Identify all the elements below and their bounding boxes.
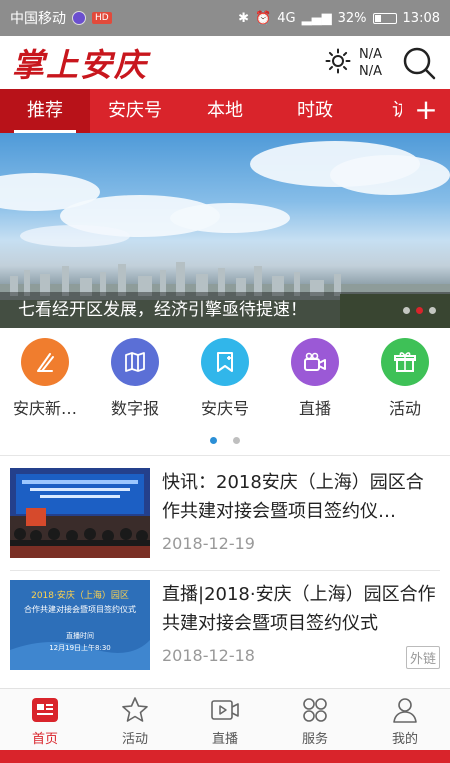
page-dot (233, 437, 240, 444)
weather-temp: N/A (359, 46, 382, 62)
nav-label: 活动 (121, 732, 148, 747)
clock: 13:08 (402, 10, 440, 26)
app-logo: 掌上安庆 (12, 45, 149, 84)
home-news-icon (30, 695, 60, 725)
news-thumbnail: 2018·安庆（上海）园区 合作共建对接会暨项目签约仪式 直播时间 12月19日… (10, 580, 150, 670)
news-thumbnail (10, 468, 150, 558)
bottom-edge-bar (0, 750, 450, 763)
bookmark-icon (201, 338, 249, 386)
channel-tab-bar: 推荐 安庆号 本地 时政 访 + (0, 89, 450, 133)
tab-local[interactable]: 本地 (180, 89, 270, 133)
add-channel-button[interactable]: + (402, 89, 450, 133)
thumb-time: 12月19日上午8:30 (49, 643, 111, 652)
weather-condition: N/A (359, 63, 382, 79)
news-title: 快讯：2018安庆（上海）园区合作共建对接会暨项目签约仪… (162, 472, 424, 522)
hero-dot (403, 307, 410, 314)
nav-label: 服务 (301, 732, 328, 747)
quick-entry-live[interactable]: 直播 (270, 338, 360, 424)
quick-entry-activity[interactable]: 活动 (360, 338, 450, 424)
quick-entry-label: 活动 (388, 399, 421, 418)
star-icon (120, 695, 150, 725)
thumb-subtitle: 合作共建对接会暨项目签约仪式 (24, 604, 136, 614)
nav-activity[interactable]: 活动 (90, 689, 180, 750)
nav-service[interactable]: 服务 (270, 689, 360, 750)
thumb-title: 2018·安庆（上海）园区 (31, 589, 129, 601)
bottom-navigation: 首页 活动 直播 服务 我的 (0, 688, 450, 750)
quick-entry-label: 数字报 (110, 399, 159, 418)
alarm-icon: ⏰ (255, 10, 272, 26)
nav-label: 直播 (211, 732, 238, 747)
cloud-shape (170, 203, 290, 233)
tab-politics[interactable]: 时政 (270, 89, 360, 133)
newspaper-icon (111, 338, 159, 386)
play-video-icon (210, 695, 240, 725)
quick-entry-label: 直播 (298, 399, 331, 418)
external-link-badge: 外链 (405, 646, 440, 669)
battery-percent: 32% (337, 10, 367, 26)
cloud-shape (20, 225, 130, 247)
sun-icon (325, 48, 351, 78)
gift-icon (381, 338, 429, 386)
battery-icon (372, 12, 397, 24)
user-icon (390, 695, 420, 725)
search-button[interactable] (400, 44, 438, 82)
hero-dot-active (416, 307, 423, 314)
quick-entry-row: 安庆新… 数字报 安庆号 直播 活动 (0, 338, 450, 424)
tab-recommend[interactable]: 推荐 (0, 89, 90, 133)
nav-home[interactable]: 首页 (0, 689, 90, 750)
signal-bars-icon: ▂▄▆ (301, 10, 332, 26)
hero-caption: 七看经开区发展，经济引擎亟待提速！ (0, 292, 450, 328)
quick-entry-pagination (0, 437, 450, 444)
news-date: 2018-12-19 (162, 534, 255, 553)
weather-widget[interactable]: N/A N/A (325, 46, 382, 80)
tab-interview[interactable]: 访 (360, 89, 406, 133)
status-hd-badge: HD (92, 12, 112, 24)
app-notification-icon (72, 11, 86, 25)
nav-live[interactable]: 直播 (180, 689, 270, 750)
divider (0, 455, 450, 456)
hero-pagination (403, 307, 436, 314)
news-list-item[interactable]: 快讯：2018安庆（上海）园区合作共建对接会暨项目签约仪… 2018-12-19 (0, 468, 450, 580)
app-header: 掌上安庆 N/A N/A (0, 36, 450, 89)
news-date: 2018-12-18 (162, 646, 255, 665)
feather-icon (21, 338, 69, 386)
video-camera-icon (291, 338, 339, 386)
hero-dot (429, 307, 436, 314)
hero-banner[interactable]: 七看经开区发展，经济引擎亟待提速！ (0, 133, 450, 328)
thumb-time-label: 直播时间 (66, 631, 94, 640)
status-bar: 中国移动 HD ✱ ⏰ 4G ▂▄▆ 32% 13:08 (0, 0, 450, 36)
carrier-label: 中国移动 (10, 11, 66, 27)
nav-label: 首页 (31, 732, 58, 747)
quick-entry-label: 安庆号 (200, 399, 249, 418)
news-list-item[interactable]: 2018·安庆（上海）园区 合作共建对接会暨项目签约仪式 直播时间 12月19日… (0, 580, 450, 692)
quick-entry-anqing-hao[interactable]: 安庆号 (180, 338, 270, 424)
search-icon (403, 47, 436, 79)
signal-label: 4G (277, 10, 296, 26)
page-dot-active (210, 437, 217, 444)
quick-entry-anqing-news[interactable]: 安庆新… (0, 338, 90, 424)
news-title: 直播|2018·安庆（上海）园区合作共建对接会暨项目签约仪式 (162, 584, 436, 634)
nav-label: 我的 (391, 732, 418, 747)
quick-entry-label: 安庆新… (12, 399, 77, 418)
grid-icon (300, 695, 330, 725)
nav-mine[interactable]: 我的 (360, 689, 450, 750)
cloud-shape (330, 155, 450, 195)
quick-entry-digital-paper[interactable]: 数字报 (90, 338, 180, 424)
divider (10, 570, 440, 571)
tab-anqing-hao[interactable]: 安庆号 (90, 89, 180, 133)
bluetooth-icon: ✱ (238, 10, 250, 26)
